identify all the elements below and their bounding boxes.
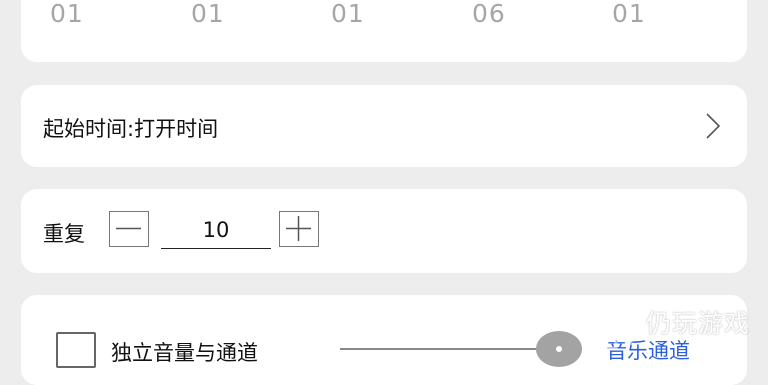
minus-icon [116, 227, 141, 230]
start-time-label: 起始时间:打开时间 [43, 117, 219, 141]
repeat-count-input[interactable]: 10 [161, 211, 271, 249]
independent-volume-checkbox[interactable] [56, 332, 96, 368]
decrement-button[interactable] [109, 211, 149, 247]
music-channel-selector[interactable]: 音乐通道 [606, 335, 690, 365]
picker-value-1[interactable]: 01 [50, 0, 84, 28]
picker-value-5[interactable]: 01 [612, 0, 646, 28]
volume-slider-thumb[interactable] [536, 331, 582, 367]
picker-value-4[interactable]: 06 [472, 0, 506, 28]
independent-volume-label: 独立音量与通道 [111, 341, 258, 365]
repeat-label: 重复 [43, 222, 85, 246]
volume-slider-track[interactable] [340, 348, 560, 350]
picker-value-3[interactable]: 01 [331, 0, 365, 28]
picker-value-2[interactable]: 01 [191, 0, 225, 28]
audio-settings-row: 独立音量与通道 音乐通道 [21, 295, 747, 385]
chevron-right-icon[interactable] [705, 112, 721, 140]
repeat-row: 重复 10 [21, 189, 747, 273]
start-time-row[interactable]: 起始时间:打开时间 [21, 85, 747, 167]
plus-icon [286, 216, 311, 241]
picker-row: 01 01 01 06 01 [21, 0, 747, 29]
date-picker-card: 01 01 01 06 01 [21, 0, 747, 62]
increment-button[interactable] [279, 211, 319, 247]
